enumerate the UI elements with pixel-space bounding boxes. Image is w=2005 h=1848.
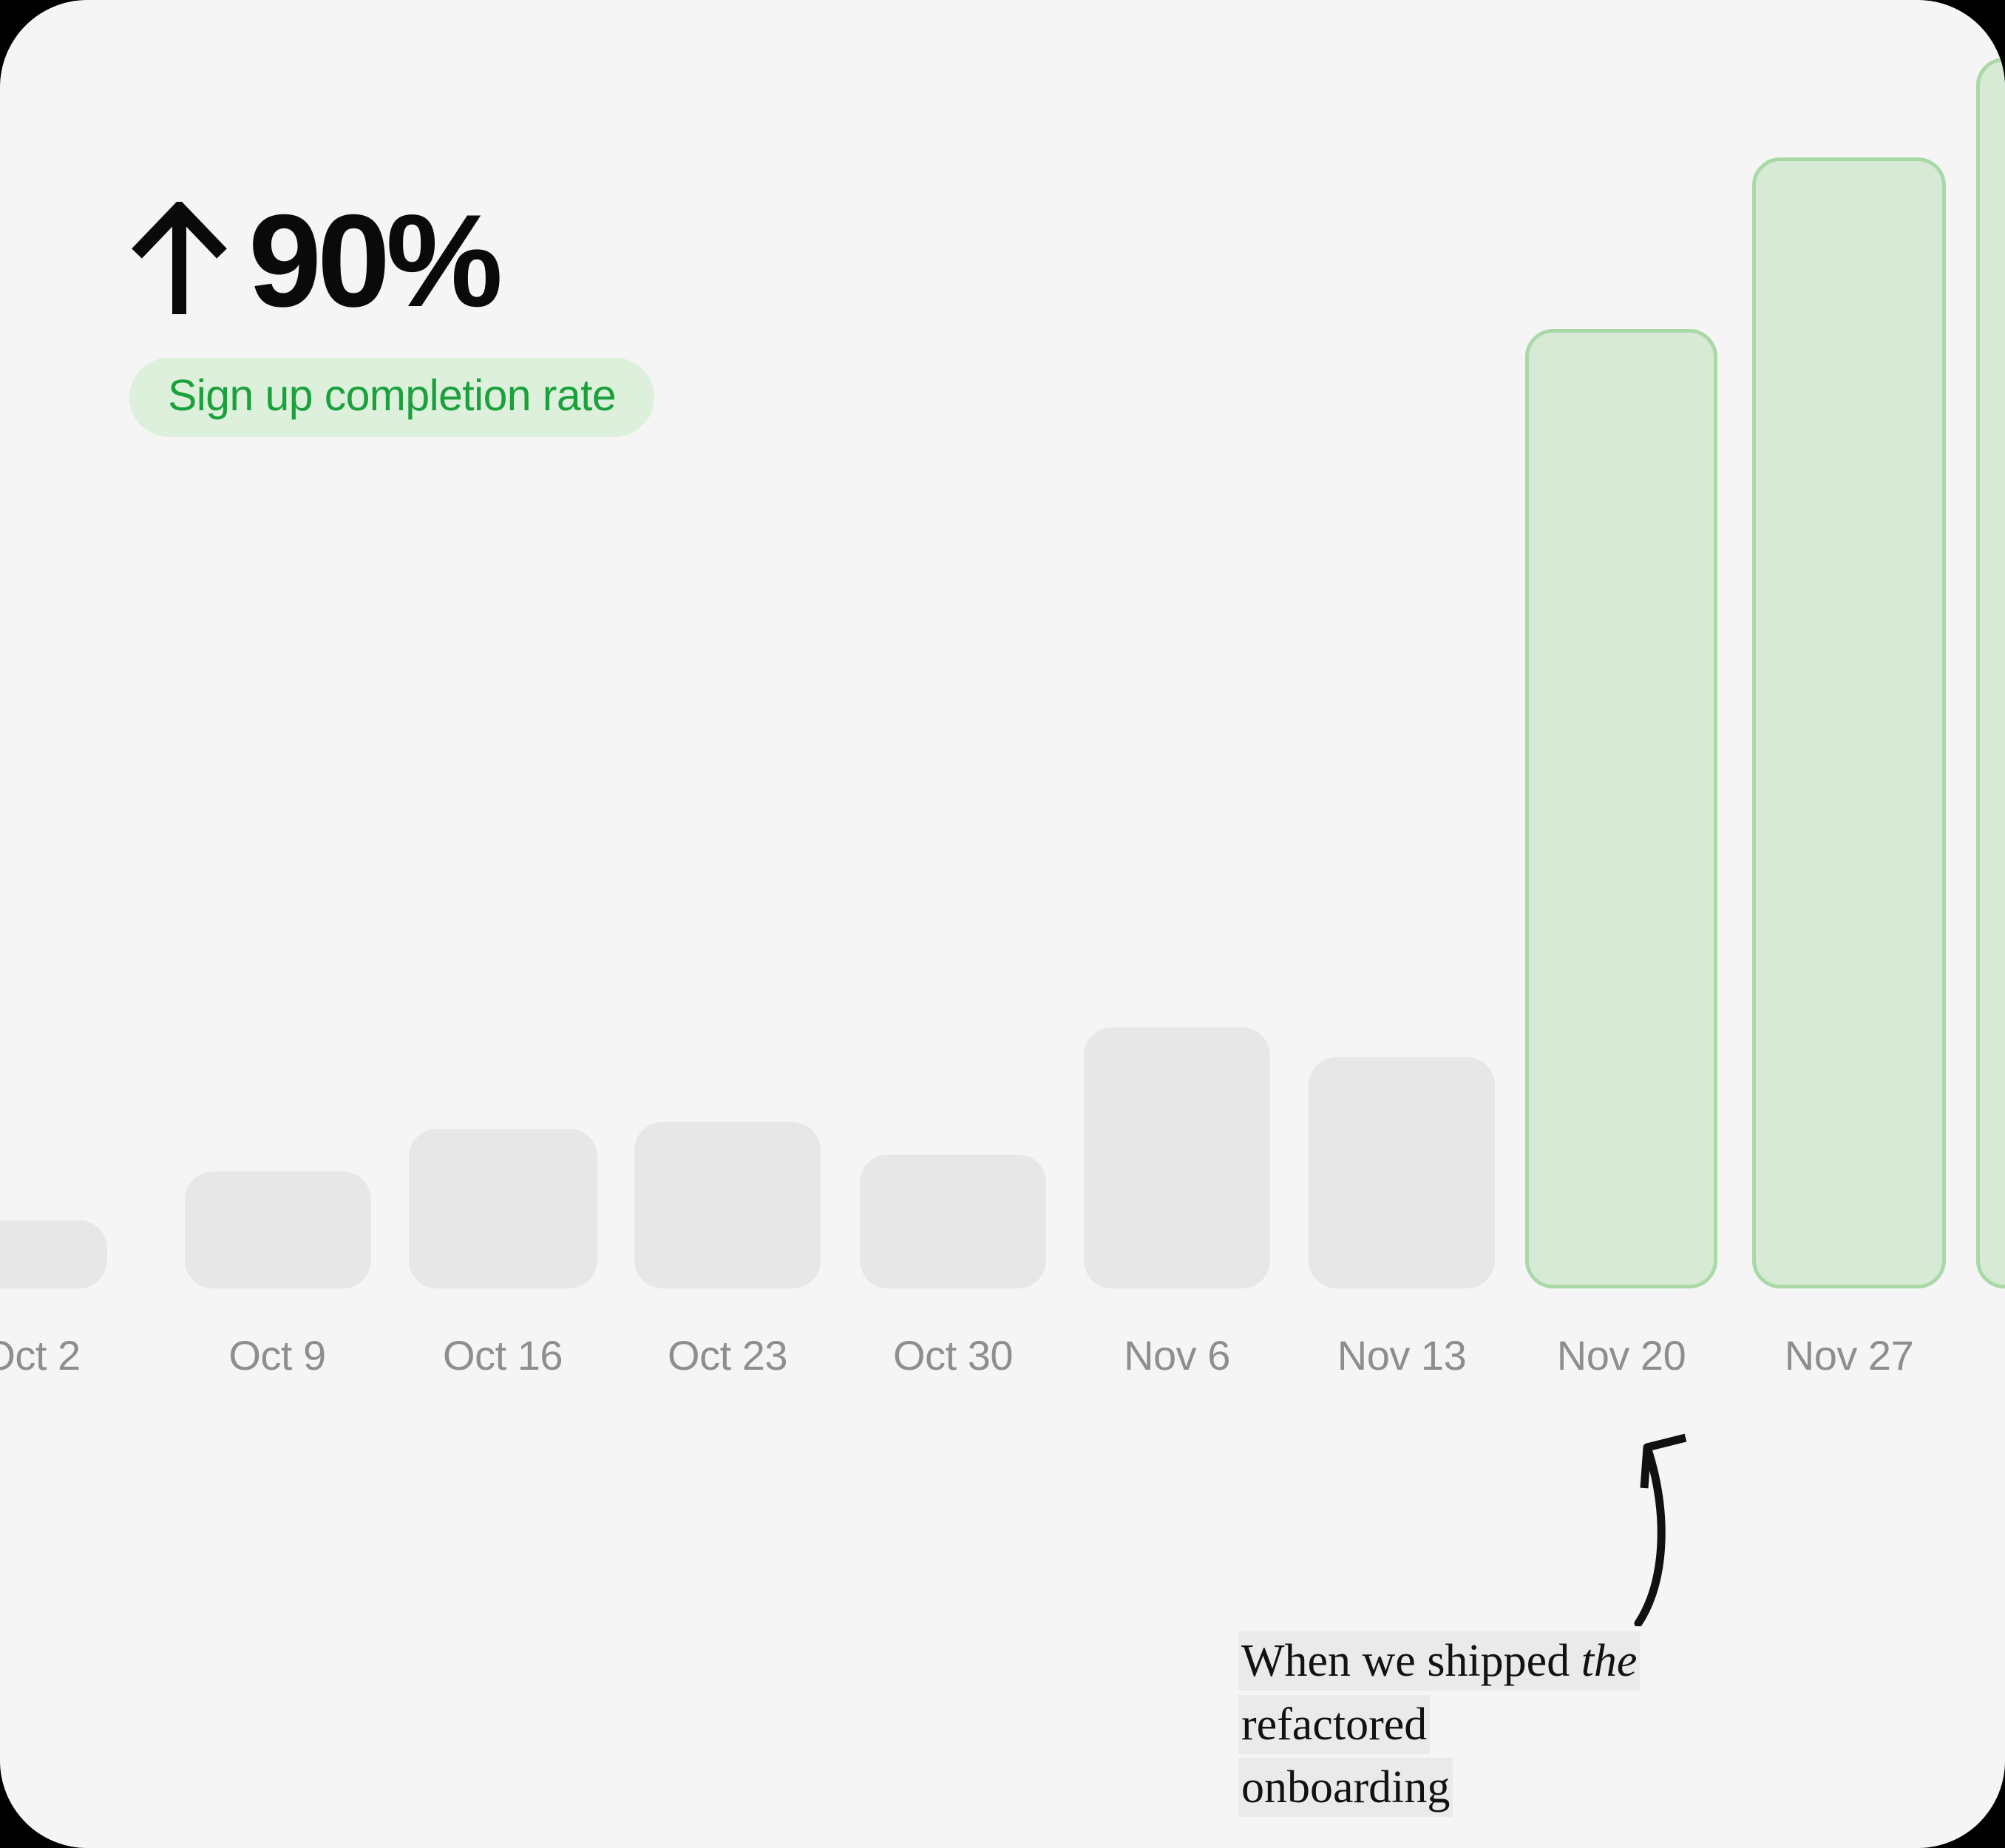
x-axis-label-nov-27: Nov 27 xyxy=(1784,1332,1914,1379)
headline-block: 90% Sign up completion rate xyxy=(129,186,655,437)
bar-oct-30[interactable] xyxy=(860,1155,1046,1288)
bar-oct-23[interactable] xyxy=(634,1122,821,1288)
annotation-line-1-suffix: refactored xyxy=(1241,1699,1428,1750)
arrow-up-icon xyxy=(132,201,227,314)
bar-nov-20[interactable] xyxy=(1525,329,1717,1288)
bar-dec-4[interactable] xyxy=(1976,58,2005,1288)
headline-value: 90% xyxy=(248,186,503,334)
annotation-note: When we shipped the refactored onboardin… xyxy=(1238,1630,1822,1820)
metric-badge: Sign up completion rate xyxy=(129,358,655,437)
bar-oct-2[interactable] xyxy=(0,1220,107,1288)
annotation-line-1: When we shipped the refactored xyxy=(1238,1631,1641,1754)
annotation-line-1-emphasis: the xyxy=(1581,1636,1638,1686)
bar-nov-27[interactable] xyxy=(1752,157,1946,1288)
headline-row: 90% xyxy=(129,186,654,334)
curved-arrow-up-icon xyxy=(1634,1433,1687,1626)
bar-nov-6[interactable] xyxy=(1084,1027,1270,1288)
bar-oct-9[interactable] xyxy=(185,1172,371,1288)
bar-oct-16[interactable] xyxy=(409,1129,597,1288)
metric-card: Oct 2Oct 9Oct 16Oct 23Oct 30Nov 6Nov 13N… xyxy=(0,0,2005,1848)
annotation-line-2: onboarding xyxy=(1238,1758,1453,1818)
annotation-line-1-prefix: When we shipped xyxy=(1241,1636,1581,1686)
bar-nov-13[interactable] xyxy=(1309,1057,1495,1288)
